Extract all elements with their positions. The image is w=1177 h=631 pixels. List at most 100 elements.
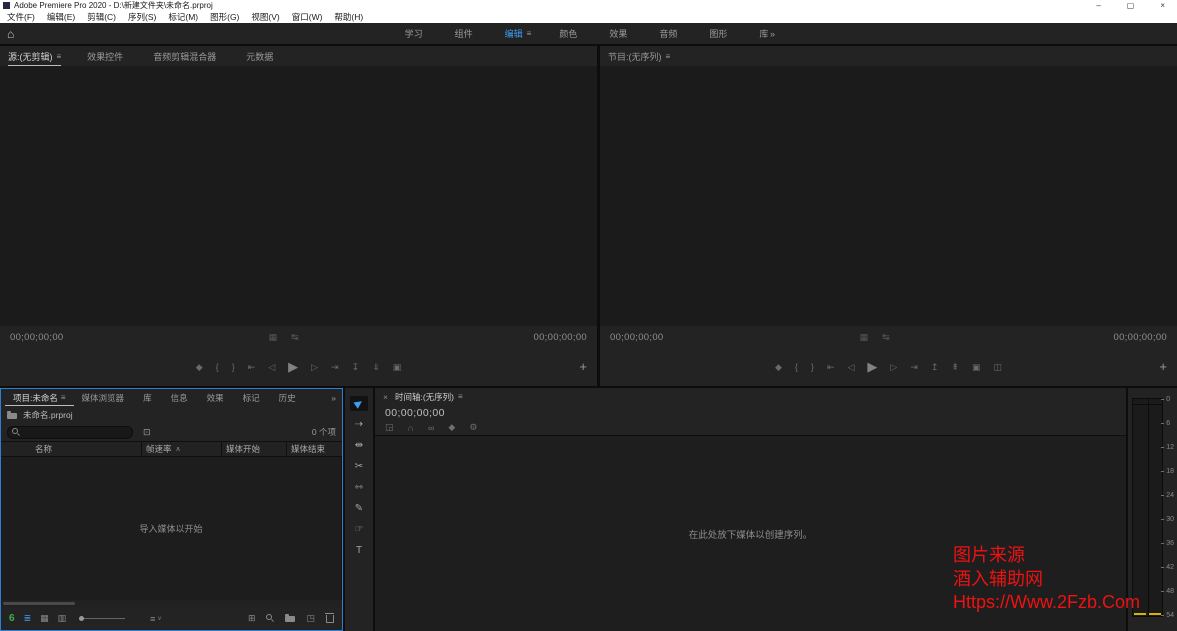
- panel-tab[interactable]: 音频剪辑混合器: [153, 46, 220, 66]
- project-list-area[interactable]: 导入媒体以开始: [1, 457, 342, 600]
- menu-item[interactable]: 帮助(H): [328, 11, 369, 23]
- search-box[interactable]: [7, 426, 133, 439]
- output-settings-icon[interactable]: ▦: [860, 332, 869, 343]
- panel-tab[interactable]: 效果: [199, 389, 235, 406]
- linked-selection-icon[interactable]: ∞: [428, 423, 434, 433]
- menu-item[interactable]: 图形(G): [204, 11, 245, 23]
- export-frame-button[interactable]: ▣: [972, 362, 981, 373]
- mark-out-button[interactable]: }: [811, 362, 814, 372]
- button-editor-add-icon[interactable]: +: [1159, 359, 1167, 374]
- menu-item[interactable]: 剪辑(C): [81, 11, 122, 23]
- icon-view-button[interactable]: ▦: [40, 613, 49, 624]
- fit-level-icon[interactable]: ↹: [291, 332, 299, 343]
- extract-button[interactable]: ⇞: [951, 362, 959, 373]
- mark-in-button[interactable]: {: [795, 362, 798, 372]
- home-icon[interactable]: ⌂: [7, 27, 14, 41]
- column-header[interactable]: 名称: [1, 442, 141, 456]
- panel-tab[interactable]: 历史: [271, 389, 307, 406]
- insert-button[interactable]: ↧: [352, 362, 360, 373]
- panel-menu-icon[interactable]: ≡: [458, 392, 463, 401]
- output-settings-icon[interactable]: ▦: [269, 332, 278, 343]
- compare-view-button[interactable]: ◫: [993, 362, 1002, 373]
- panel-tab[interactable]: 效果控件: [87, 46, 127, 66]
- go-to-out-button[interactable]: ⇥: [331, 362, 339, 373]
- add-marker-button[interactable]: ◆: [775, 362, 782, 373]
- menu-item[interactable]: 编辑(E): [41, 11, 81, 23]
- search-filter-icon[interactable]: ⊡: [143, 427, 151, 438]
- go-to-in-button[interactable]: ⇤: [827, 362, 835, 373]
- panel-tab[interactable]: 库: [135, 389, 163, 406]
- slip-tool[interactable]: ⇿: [350, 480, 368, 495]
- restore-button[interactable]: ▢: [1127, 1, 1135, 10]
- zoom-slider[interactable]: [79, 618, 125, 619]
- go-to-out-button[interactable]: ⇥: [910, 362, 918, 373]
- clear-button[interactable]: [326, 613, 334, 625]
- automate-to-sequence-button[interactable]: ⊞: [248, 613, 256, 624]
- ripple-edit-tool[interactable]: ⇹: [350, 438, 368, 453]
- panel-menu-icon[interactable]: ≡: [61, 393, 66, 402]
- new-bin-button[interactable]: [285, 614, 295, 624]
- pen-tool[interactable]: ✎: [350, 501, 368, 516]
- hand-tool[interactable]: ☞: [350, 522, 368, 537]
- project-writable-indicator[interactable]: 6: [9, 613, 15, 624]
- type-tool[interactable]: T: [350, 543, 368, 558]
- freeform-view-button[interactable]: ▥: [58, 613, 67, 624]
- find-button[interactable]: [266, 614, 274, 624]
- panel-tab[interactable]: 媒体浏览器: [74, 389, 136, 406]
- column-header[interactable]: 媒体开始: [221, 442, 286, 456]
- add-marker-button[interactable]: ◆: [196, 362, 203, 373]
- panel-close-icon[interactable]: ×: [383, 392, 388, 402]
- menu-item[interactable]: 标记(M): [162, 11, 204, 23]
- workspace-tab[interactable]: 颜色: [545, 27, 595, 40]
- search-input[interactable]: [23, 428, 128, 437]
- horizontal-scrollbar[interactable]: [1, 600, 342, 607]
- timeline-timecode[interactable]: 00;00;00;00: [375, 405, 1126, 420]
- menu-item[interactable]: 窗口(W): [286, 11, 329, 23]
- lift-button[interactable]: ↥: [931, 362, 939, 373]
- list-view-button[interactable]: ≣: [24, 613, 32, 624]
- mark-out-button[interactable]: }: [232, 362, 235, 372]
- step-forward-button[interactable]: ▷: [311, 362, 318, 373]
- workspace-tab[interactable]: 组件: [441, 27, 491, 40]
- project-file-row[interactable]: 未命名.prproj: [1, 406, 342, 423]
- add-marker-icon[interactable]: ◆: [448, 422, 455, 433]
- scrollbar-thumb[interactable]: [3, 602, 75, 605]
- snap-icon[interactable]: ∩: [408, 423, 414, 433]
- workspace-tab[interactable]: 库: [745, 27, 786, 40]
- step-back-button[interactable]: ◁: [847, 362, 854, 373]
- export-frame-button[interactable]: ▣: [393, 362, 402, 373]
- column-header[interactable]: 帧速率 ∧: [141, 442, 221, 456]
- panel-tab[interactable]: 节目:(无序列) ≡: [608, 46, 670, 66]
- workspace-tab[interactable]: 编辑 ≡: [491, 27, 546, 40]
- column-header[interactable]: 媒体结束: [286, 442, 342, 456]
- workspace-tab[interactable]: 学习: [391, 27, 441, 40]
- close-button[interactable]: ×: [1160, 1, 1165, 10]
- fit-level-icon[interactable]: ↹: [882, 332, 890, 343]
- button-editor-add-icon[interactable]: +: [579, 359, 587, 374]
- panel-overflow-icon[interactable]: »: [331, 393, 338, 403]
- panel-tab[interactable]: 元数据: [246, 46, 277, 66]
- panel-menu-icon[interactable]: ≡: [57, 52, 62, 61]
- menu-item[interactable]: 序列(S): [122, 11, 162, 23]
- workspace-tab[interactable]: 效果: [595, 27, 645, 40]
- play-button[interactable]: ▶: [288, 359, 298, 375]
- panel-tab[interactable]: 信息: [163, 389, 199, 406]
- workspace-tab-menu-icon[interactable]: ≡: [527, 29, 532, 38]
- sort-button[interactable]: ≡ ∨: [150, 614, 162, 624]
- source-timecode[interactable]: 00;00;00;00: [10, 332, 64, 343]
- step-back-button[interactable]: ◁: [268, 362, 275, 373]
- menu-item[interactable]: 视图(V): [245, 11, 285, 23]
- timeline-settings-icon[interactable]: ⚙: [469, 422, 477, 433]
- selection-tool[interactable]: ▶: [350, 396, 368, 411]
- minimize-button[interactable]: –: [1096, 1, 1100, 10]
- nest-insert-toggle-icon[interactable]: ◲: [385, 422, 394, 433]
- panel-tab[interactable]: 源:(无剪辑) ≡: [8, 46, 61, 66]
- program-timecode[interactable]: 00;00;00;00: [610, 332, 664, 343]
- panel-menu-icon[interactable]: ≡: [666, 52, 671, 61]
- menu-item[interactable]: 文件(F): [1, 11, 41, 23]
- timeline-tab[interactable]: 时间轴:(无序列) ≡: [395, 391, 463, 403]
- step-forward-button[interactable]: ▷: [890, 362, 897, 373]
- workspace-tab[interactable]: 图形: [695, 27, 745, 40]
- razor-tool[interactable]: ✂: [350, 459, 368, 474]
- track-select-forward-tool[interactable]: ⇢: [350, 417, 368, 432]
